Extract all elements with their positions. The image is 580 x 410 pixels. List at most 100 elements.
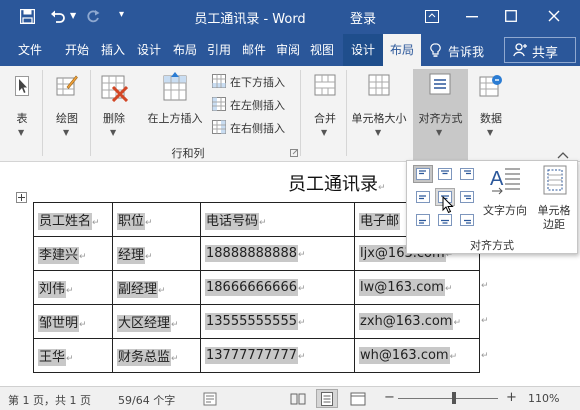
table-cell[interactable]: 财务总监↵ [112, 338, 201, 373]
cell-mark: ↵ [145, 252, 153, 262]
tab-references[interactable]: 引用 [202, 34, 236, 66]
table-cell[interactable]: 邹世明↵ [33, 304, 113, 339]
paragraph-mark: ↵ [378, 183, 386, 193]
table-cell[interactable]: 职位↵ [112, 202, 201, 237]
close-icon[interactable] [548, 10, 560, 22]
cell-text: zxh@163.com [359, 313, 454, 330]
group-separator [90, 70, 91, 156]
table-cell[interactable]: 电话号码↵ [200, 202, 355, 237]
draw-button[interactable]: 绘图 ▼ [48, 70, 86, 137]
collapse-ribbon-icon[interactable] [557, 151, 569, 159]
tab-home[interactable]: 开始 [60, 34, 94, 66]
ribbon-display-options-icon[interactable] [425, 10, 439, 23]
delete-button[interactable]: 删除 ▼ [94, 70, 134, 137]
ribbon-tab-bar: 文件 开始 插入 设计 布局 引用 邮件 审阅 视图 设计 布局 告诉我 共享 [0, 34, 580, 66]
maximize-icon[interactable] [505, 10, 517, 22]
doc-title: 员工通讯录 - Word [194, 12, 306, 27]
cell-margins-button[interactable]: 单元格 边距 [531, 163, 577, 233]
customize-qat-icon[interactable]: ▾ [119, 9, 124, 20]
table-row[interactable]: 王华↵ 财务总监↵ 13777777777↵ wh@163.com↵ [33, 338, 480, 373]
zoom-level[interactable]: 110% [528, 392, 559, 405]
cell-text: 刘伟 [38, 281, 67, 298]
cell-mark: ↵ [297, 318, 306, 328]
zoom-out-button[interactable]: − [384, 390, 395, 405]
tab-layout[interactable]: 布局 [168, 34, 202, 66]
tell-me-input[interactable]: 告诉我 [448, 43, 484, 60]
table-cell[interactable]: 经理↵ [112, 236, 201, 271]
align-bottom-center-icon [438, 214, 452, 226]
insert-left-button[interactable]: 在左侧插入 [212, 95, 294, 113]
share-button[interactable]: 共享 [504, 37, 576, 63]
cell-mark: ↵ [259, 218, 267, 228]
text-direction-button[interactable]: A 文字方向 [480, 163, 530, 223]
page-count[interactable]: 第 1 页，共 1 页 [8, 392, 91, 408]
tab-table-design[interactable]: 设计 [343, 34, 383, 66]
save-icon[interactable] [20, 9, 35, 24]
mouse-cursor-icon [442, 196, 454, 214]
alignment-button[interactable]: 对齐方式 ▼ [413, 69, 468, 162]
table-cell[interactable]: 副经理↵ [112, 270, 201, 305]
cell-mark: ↵ [79, 320, 87, 330]
word-count[interactable]: 59/64 个字 [118, 392, 175, 408]
zoom-in-button[interactable]: + [506, 390, 517, 405]
table-cell[interactable]: lw@163.com↵ [354, 270, 480, 305]
align-bottom-right-button[interactable] [457, 211, 477, 229]
tab-mailings[interactable]: 邮件 [237, 34, 271, 66]
tab-design[interactable]: 设计 [132, 34, 166, 66]
undo-icon[interactable] [50, 9, 66, 24]
tab-file[interactable]: 文件 [8, 34, 52, 66]
align-top-center-button[interactable] [435, 165, 455, 183]
zoom-slider-track[interactable] [398, 398, 498, 399]
table-cell[interactable]: 13777777777↵ [200, 338, 355, 373]
align-bottom-left-button[interactable] [413, 211, 433, 229]
proofing-icon[interactable] [203, 392, 219, 406]
undo-dropdown-icon[interactable]: ▼ [70, 11, 76, 20]
print-layout-icon [321, 392, 333, 406]
select-button[interactable]: 表 ▼ [4, 70, 40, 137]
align-center-left-button[interactable] [413, 188, 433, 206]
table-cell[interactable]: wh@163.com↵ [354, 338, 480, 373]
insert-below-button[interactable]: 在下方插入 [212, 72, 294, 90]
table-cell[interactable]: 王华↵ [33, 338, 113, 373]
tab-insert[interactable]: 插入 [96, 34, 130, 66]
minimize-icon[interactable] [466, 16, 478, 18]
cell-mark: ↵ [171, 320, 179, 330]
align-top-right-button[interactable] [457, 165, 477, 183]
document-title-text: 员工通讯录 [288, 174, 378, 195]
table-cell[interactable]: 刘伟↵ [33, 270, 113, 305]
alignment-flyout: A 文字方向 单元格 边距 对齐方式 [406, 152, 578, 254]
tab-review[interactable]: 审阅 [271, 34, 305, 66]
rows-cols-group-label: 行和列 [171, 147, 205, 160]
redo-icon[interactable] [86, 9, 101, 24]
table-cell[interactable]: 李建兴↵ [33, 236, 113, 271]
print-layout-button[interactable] [316, 389, 338, 408]
group-separator [300, 70, 301, 156]
group-separator [346, 70, 347, 156]
table-cell[interactable]: 大区经理↵ [112, 304, 201, 339]
login-link[interactable]: 登录 [350, 8, 376, 27]
insert-right-button[interactable]: 在右侧插入 [212, 118, 294, 136]
align-center-right-button[interactable] [457, 188, 477, 206]
person-icon [513, 43, 527, 57]
alignment-icon [429, 73, 451, 95]
tab-table-layout[interactable]: 布局 [383, 34, 421, 66]
cell-size-button[interactable]: 单元格大小 ▼ [348, 70, 410, 137]
table-cell[interactable]: 18666666666↵ [200, 270, 355, 305]
table-cell[interactable]: zxh@163.com↵ [354, 304, 480, 339]
table-row[interactable]: 邹世明↵ 大区经理↵ 13555555555↵ zxh@163.com↵ [33, 304, 480, 339]
table-cell[interactable]: 员工姓名↵ [33, 202, 113, 237]
zoom-slider-thumb[interactable] [452, 392, 456, 404]
data-button[interactable]: 数据 ▼ [472, 70, 510, 137]
align-top-left-button[interactable] [413, 165, 433, 183]
web-layout-icon[interactable] [350, 392, 366, 406]
insert-above-button[interactable]: 在上方插入 [142, 70, 208, 134]
read-mode-icon[interactable] [290, 392, 306, 406]
align-center-left-icon [416, 191, 430, 203]
tab-view[interactable]: 视图 [305, 34, 339, 66]
table-row[interactable]: 刘伟↵ 副经理↵ 18666666666↵ lw@163.com↵ [33, 270, 480, 305]
rows-cols-dialog-launcher-icon[interactable] [290, 149, 298, 157]
table-cell[interactable]: 18888888888↵ [200, 236, 355, 271]
merge-button[interactable]: 合并 ▼ [306, 70, 344, 137]
table-move-handle-icon[interactable] [16, 192, 27, 203]
table-cell[interactable]: 13555555555↵ [200, 304, 355, 339]
